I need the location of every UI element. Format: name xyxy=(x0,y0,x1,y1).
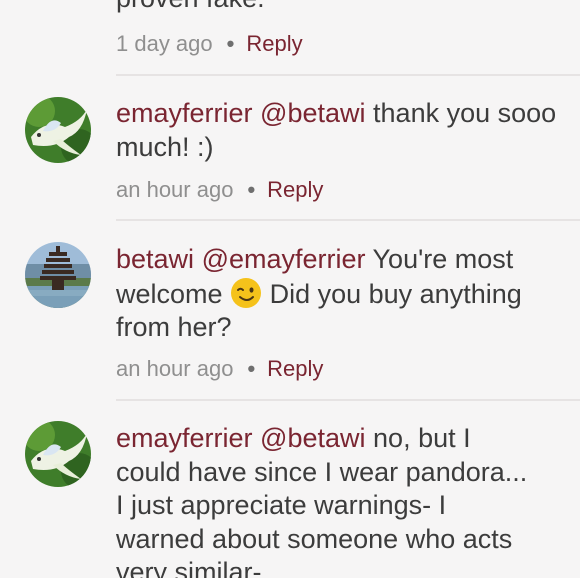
reply-link[interactable]: Reply xyxy=(246,31,302,56)
betta-fish-avatar[interactable] xyxy=(25,421,91,487)
separator-dot: • xyxy=(226,31,235,56)
betta-fish-icon xyxy=(25,421,91,487)
comment-timestamp: an hour ago xyxy=(116,177,234,202)
comment-meta: 1 day ago • Reply xyxy=(116,31,303,57)
comment-divider xyxy=(116,74,580,76)
comment-author[interactable]: emayferrier xyxy=(116,98,253,128)
comment-divider xyxy=(116,399,580,401)
comment-body: proven fake. xyxy=(116,0,566,16)
comment-body: betawi @emayferrier You're most welcome … xyxy=(116,243,566,345)
comment-divider xyxy=(116,219,580,221)
winking-face-icon xyxy=(230,277,262,309)
separator-dot: • xyxy=(247,356,256,381)
comment-feed: proven fake. 1 day ago • Reply emayferrier… xyxy=(0,0,580,578)
comment-meta: an hour ago • Reply xyxy=(116,356,323,382)
betta-fish-icon xyxy=(25,97,91,163)
comment-mention[interactable]: @betawi xyxy=(260,98,365,128)
comment-text: proven fake. xyxy=(116,0,265,13)
comment-body: emayferrier @betawi thank you sooo much!… xyxy=(116,97,566,164)
separator-dot: • xyxy=(247,177,256,202)
comment-meta: an hour ago • Reply xyxy=(116,177,323,203)
comment-author[interactable]: betawi xyxy=(116,244,194,274)
comment-mention[interactable]: @emayferrier xyxy=(202,244,366,274)
comment-timestamp: 1 day ago xyxy=(116,31,213,56)
temple-icon xyxy=(25,242,91,308)
betta-fish-avatar[interactable] xyxy=(25,97,91,163)
reply-link[interactable]: Reply xyxy=(267,177,323,202)
comment-author[interactable]: emayferrier xyxy=(116,423,253,453)
comment-body: emayferrier @betawi no, but I could have… xyxy=(116,422,536,578)
temple-avatar[interactable] xyxy=(25,242,91,308)
comment-mention[interactable]: @betawi xyxy=(260,423,365,453)
comment-timestamp: an hour ago xyxy=(116,356,234,381)
reply-link[interactable]: Reply xyxy=(267,356,323,381)
